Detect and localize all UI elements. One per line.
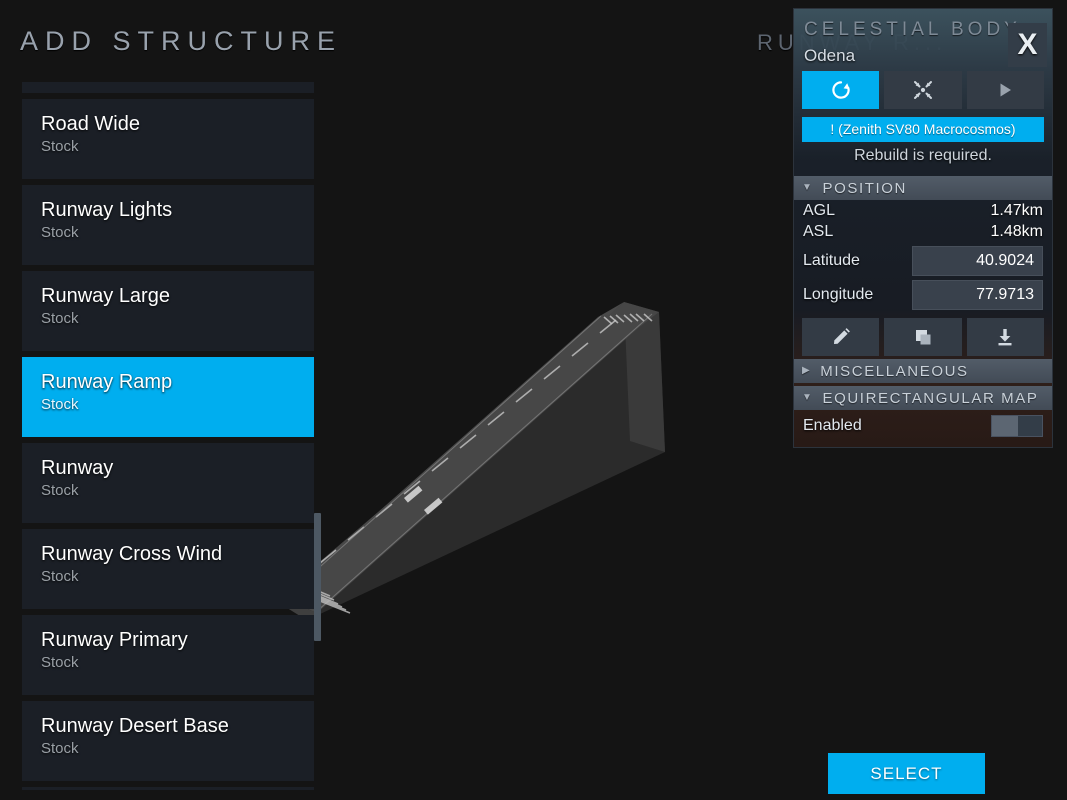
list-item-name: Runway Ramp [41, 371, 173, 393]
list-item[interactable]: Runway Stock [22, 443, 314, 523]
asl-value: 1.48km [990, 222, 1043, 240]
latitude-row: Latitude 40.9024 [794, 246, 1052, 276]
focus-button[interactable] [884, 71, 962, 109]
agl-value: 1.47km [990, 201, 1043, 219]
enabled-toggle[interactable] [991, 415, 1043, 437]
download-icon [998, 329, 1012, 346]
rebuild-button[interactable] [802, 71, 880, 109]
rebuild-warning-text: Rebuild is required. [854, 147, 992, 164]
list-item[interactable]: Runway Desert Base Stock [22, 701, 314, 781]
chevron-down-icon: ▼ [802, 182, 814, 193]
chevron-right-icon: ▶ [802, 365, 812, 376]
inspector-header: CELESTIAL BODY Odena X [794, 9, 1052, 71]
list-item-partial[interactable] [22, 82, 314, 93]
edit-button[interactable] [802, 318, 880, 356]
section-title-position: POSITION [822, 179, 907, 197]
structure-list-scrollbar-thumb[interactable] [314, 513, 321, 641]
inspector-subject-label: Odena [804, 46, 856, 65]
rebuild-icon [831, 81, 850, 99]
section-header-position[interactable]: ▼ POSITION [794, 176, 1052, 200]
list-item-name: Road Wide [41, 113, 140, 135]
download-button[interactable] [966, 318, 1044, 356]
list-item[interactable]: Runway Cross Wind Stock [22, 529, 314, 609]
list-item-source: Stock [41, 224, 79, 241]
list-item-name: Runway Desert Base [41, 715, 229, 737]
list-item[interactable]: Runway Lights Stock [22, 185, 314, 265]
duplicate-button[interactable] [884, 318, 962, 356]
list-item-source: Stock [41, 138, 79, 155]
list-item[interactable]: Road Wide Stock [22, 99, 314, 179]
rebuild-warning-banner[interactable]: ! (Zenith SV80 Macrocosmos) [802, 117, 1044, 142]
list-item[interactable]: Runway Primary Stock [22, 615, 314, 695]
list-item[interactable]: Runway Ramp Stock [22, 357, 314, 437]
list-item-name: Runway Lights [41, 199, 173, 221]
list-item-name: Runway Primary [41, 629, 188, 651]
list-item-name: Runway Large [41, 285, 170, 307]
list-item[interactable]: Runway Large Stock [22, 271, 314, 351]
longitude-label: Longitude [803, 286, 874, 303]
agl-label: AGL [803, 201, 836, 219]
longitude-input[interactable]: 77.9713 [912, 280, 1043, 310]
list-item-source: Stock [41, 310, 79, 327]
inspector-panel: CELESTIAL BODY Odena X ! (Zenith SV80 Ma… [793, 8, 1053, 448]
page-title: ADD STRUCTURE [20, 26, 343, 56]
list-item-source: Stock [41, 740, 79, 757]
duplicate-icon [915, 330, 931, 345]
section-title-equirectangular-map: EQUIRECTANGULAR MAP [822, 389, 1039, 407]
list-item-partial[interactable] [22, 787, 314, 790]
inspector-toolbar [794, 71, 1052, 109]
asl-row: ASL 1.48km [794, 221, 1052, 242]
close-button[interactable]: X [1008, 23, 1047, 67]
list-item-name: Runway Cross Wind [41, 543, 223, 565]
structure-list-scrollbar-track[interactable] [314, 82, 321, 790]
list-item-source: Stock [41, 482, 79, 499]
longitude-row: Longitude 77.9713 [794, 280, 1052, 310]
enabled-label: Enabled [803, 417, 862, 434]
list-item-name: Runway [41, 457, 114, 479]
position-actions [794, 318, 1052, 356]
enabled-row: Enabled [794, 410, 1052, 442]
pencil-icon [833, 328, 850, 344]
chevron-down-icon: ▼ [802, 392, 814, 403]
latitude-input[interactable]: 40.9024 [912, 246, 1043, 276]
inspector-kicker-label: CELESTIAL BODY [804, 19, 1021, 40]
play-button[interactable] [966, 71, 1044, 109]
select-button[interactable]: SELECT [828, 753, 985, 794]
close-icon: X [1017, 28, 1038, 61]
section-title-miscellaneous: MISCELLANEOUS [820, 362, 969, 380]
section-header-equirectangular-map[interactable]: ▼ EQUIRECTANGULAR MAP [794, 386, 1052, 410]
structure-list[interactable]: Road Wide Stock Runway Lights Stock Runway L… [22, 82, 314, 790]
list-item-source: Stock [41, 654, 79, 671]
toggle-knob [992, 416, 1018, 436]
focus-icon [913, 81, 932, 99]
app-root: ADD STRUCTURE Road Wide Stock Runway Light… [0, 0, 1067, 800]
latitude-label: Latitude [803, 252, 860, 269]
list-item-source: Stock [41, 396, 79, 413]
asl-label: ASL [803, 222, 834, 240]
list-item-source: Stock [41, 568, 79, 585]
agl-row: AGL 1.47km [794, 200, 1052, 221]
play-icon [1000, 83, 1012, 97]
section-header-miscellaneous[interactable]: ▶ MISCELLANEOUS [794, 359, 1052, 383]
